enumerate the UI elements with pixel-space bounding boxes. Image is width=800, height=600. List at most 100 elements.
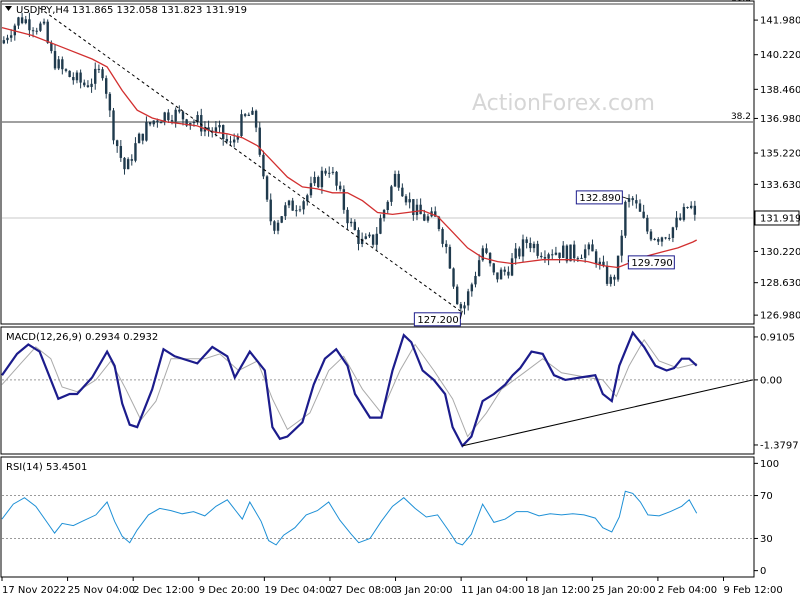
price-candle-body bbox=[101, 69, 104, 79]
price-candle-body bbox=[649, 231, 653, 240]
price-candle-body bbox=[276, 222, 280, 231]
chart-root: ActionForex.com USDJPY,H4 131.865 132.05… bbox=[0, 0, 800, 596]
price-candle-body bbox=[664, 237, 667, 239]
price-candle-body bbox=[181, 111, 185, 120]
price-candle-body bbox=[591, 244, 594, 252]
price-candle-body bbox=[262, 154, 265, 177]
price-candle-body bbox=[499, 269, 503, 280]
price-candle-body bbox=[466, 291, 470, 306]
price-annotation-label: 127.200 bbox=[417, 315, 458, 326]
time-tick-label: 25 Jan 20:00 bbox=[592, 585, 655, 596]
price-candle-body bbox=[657, 239, 660, 242]
price-candle-body bbox=[291, 200, 294, 211]
price-tick-label: 133.630 bbox=[760, 180, 800, 191]
time-tick-label: 9 Feb 12:00 bbox=[723, 585, 782, 596]
price-candle-body bbox=[20, 17, 24, 24]
price-candle-body bbox=[540, 255, 543, 258]
price-candle-body bbox=[375, 233, 378, 245]
price-candle-body bbox=[243, 114, 247, 116]
price-candle-body bbox=[320, 170, 324, 188]
price-candle-body bbox=[642, 211, 645, 218]
rsi-axis: 100 70 30 0 bbox=[754, 459, 779, 577]
rsi-panel-frame bbox=[0, 456, 755, 578]
price-tick-label: 130.220 bbox=[760, 247, 800, 258]
price-candle-body bbox=[152, 120, 155, 125]
price-candle-body bbox=[576, 258, 580, 260]
price-candle-body bbox=[598, 261, 601, 265]
price-candle-body bbox=[247, 114, 250, 116]
ohlc-header: 131.865 132.058 131.823 131.919 bbox=[72, 5, 247, 16]
time-tick-label: 17 Nov 2022 bbox=[2, 585, 66, 596]
price-candle-body bbox=[57, 59, 60, 69]
price-candle-body bbox=[459, 304, 463, 309]
price-candle-body bbox=[635, 200, 638, 204]
fib-level-label: 38.2 bbox=[731, 112, 751, 122]
price-candle-body bbox=[492, 263, 495, 273]
price-candle-body bbox=[6, 37, 9, 41]
price-candle-body bbox=[364, 236, 367, 239]
price-candle-body bbox=[126, 159, 130, 170]
price-candle-body bbox=[240, 114, 243, 136]
price-candle-body bbox=[24, 19, 27, 24]
price-candle-body bbox=[35, 30, 38, 32]
price-candle-body bbox=[192, 121, 196, 124]
price-candle-body bbox=[42, 21, 46, 24]
price-candle-body bbox=[448, 246, 452, 269]
price-candle-body bbox=[108, 93, 112, 111]
price-candle-body bbox=[605, 265, 609, 284]
price-candle-body bbox=[232, 139, 236, 143]
price-candle-body bbox=[510, 258, 514, 276]
price-candle-body bbox=[349, 221, 353, 224]
price-candle-body bbox=[64, 69, 68, 71]
price-candle-body bbox=[543, 257, 547, 259]
rsi-tick-label: 100 bbox=[760, 459, 779, 470]
price-candle-body bbox=[477, 260, 481, 276]
price-candle-body bbox=[686, 207, 689, 209]
price-candle-body bbox=[470, 284, 474, 292]
price-candle-body bbox=[331, 171, 335, 173]
price-candle-body bbox=[620, 235, 623, 256]
price-candle-body bbox=[401, 187, 404, 197]
price-candle-body bbox=[346, 209, 349, 224]
price-candle-body bbox=[653, 239, 656, 241]
rsi-header: RSI(14) 53.4501 bbox=[6, 462, 87, 473]
price-candle-body bbox=[53, 51, 57, 69]
price-candle-body bbox=[379, 218, 382, 234]
price-candle-body bbox=[583, 249, 587, 258]
price-candle-body bbox=[105, 78, 108, 94]
price-candle-body bbox=[50, 42, 53, 52]
price-candle-body bbox=[521, 239, 525, 257]
price-candle-body bbox=[646, 217, 649, 232]
price-candle-body bbox=[609, 276, 612, 284]
price-candle-body bbox=[148, 122, 152, 125]
price-candle-body bbox=[174, 109, 177, 122]
price-candle-body bbox=[572, 244, 576, 259]
price-candle-body bbox=[525, 239, 528, 243]
price-candle-body bbox=[594, 251, 598, 265]
price-candle-body bbox=[496, 272, 499, 280]
price-candle-body bbox=[558, 252, 561, 258]
price-candle-body bbox=[178, 109, 181, 112]
price-candle-body bbox=[390, 186, 393, 202]
price-candle-body bbox=[474, 275, 477, 285]
price-candle-body bbox=[2, 40, 6, 44]
price-candle-body bbox=[28, 19, 31, 31]
price-candle-body bbox=[415, 204, 419, 216]
price-candle-body bbox=[671, 227, 675, 238]
price-candle-body bbox=[94, 68, 97, 84]
price-candle-body bbox=[251, 110, 254, 115]
price-candle-body bbox=[200, 115, 203, 132]
time-tick-label: 19 Dec 04:00 bbox=[264, 585, 331, 596]
price-candle-body bbox=[536, 243, 539, 256]
price-candle-body bbox=[265, 176, 269, 200]
price-candle-body bbox=[397, 173, 400, 188]
price-panel-frame bbox=[0, 0, 755, 325]
price-candle-body bbox=[218, 125, 221, 128]
price-candle-body bbox=[668, 237, 671, 239]
price-candle-body bbox=[452, 268, 455, 287]
macd-tick-label: 0.9105 bbox=[760, 332, 795, 343]
price-candle-body bbox=[170, 120, 174, 122]
price-candle-body bbox=[569, 244, 572, 262]
price-candle-body bbox=[295, 210, 298, 212]
time-axis: 17 Nov 2022 25 Nov 04:002 Dec 12:00 9 Dec … bbox=[1, 577, 783, 596]
